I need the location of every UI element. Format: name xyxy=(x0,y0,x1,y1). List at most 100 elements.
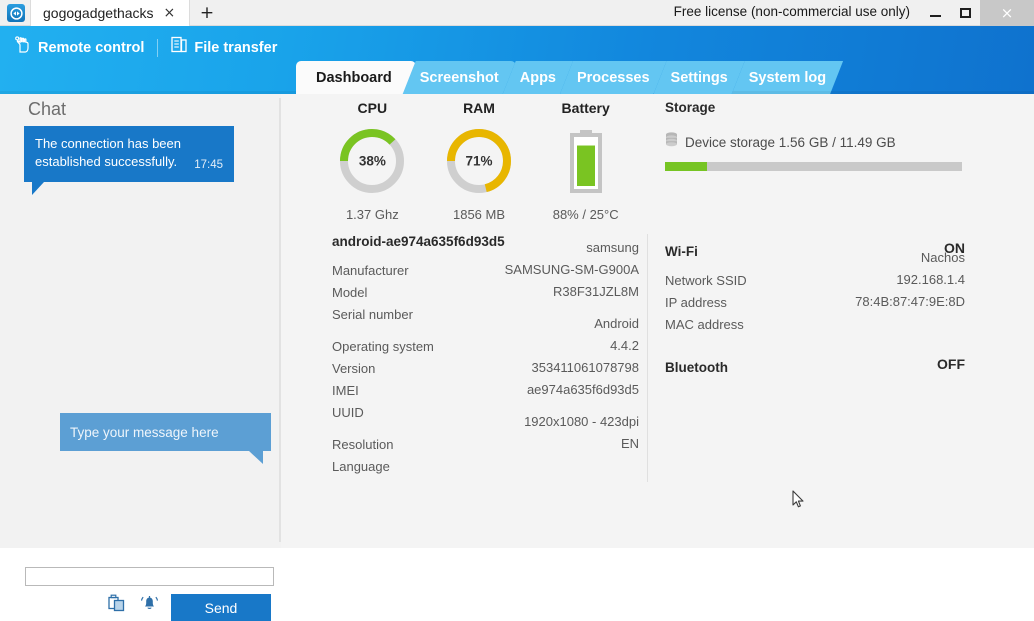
ram-percent: 71% xyxy=(465,153,493,169)
info-row: Operating system Android xyxy=(332,316,639,360)
info-row-value: 1920x1080 - 423dpi xyxy=(524,414,639,429)
header-actions: Remote control File transfer xyxy=(14,36,290,59)
remote-control-button[interactable]: Remote control xyxy=(14,36,157,59)
file-transfer-label: File transfer xyxy=(194,39,278,56)
info-row: Language EN xyxy=(332,436,639,480)
device-info: android-ae974a635f6d93d5 Manufacturer sam… xyxy=(332,234,639,480)
gauge-battery-title: Battery xyxy=(561,100,610,116)
tooltip-tail xyxy=(249,451,263,464)
info-row: Serial number R38F31JZL8M xyxy=(332,284,639,328)
info-row-value: SAMSUNG-SM-G900A xyxy=(504,262,639,277)
bubble-tail xyxy=(32,182,44,195)
info-row-key: Language xyxy=(332,459,390,474)
license-notice: Free license (non-commercial use only) xyxy=(673,4,910,19)
window-title-bar: gogogadgethacks × + Free license (non-co… xyxy=(0,0,1034,26)
info-row-value: Android xyxy=(594,316,639,331)
info-row-value: ae974a635f6d93d5 xyxy=(526,382,639,397)
battery-icon xyxy=(551,126,621,196)
tab-screenshot[interactable]: Screenshot xyxy=(403,61,516,94)
chat-panel: Chat The connection has been established… xyxy=(0,94,281,621)
dashboard-panel: CPU 38% 1.37 Ghz RAM 71% 1856 MB Battery… xyxy=(281,94,1034,548)
wifi-rows: Network SSID Nachos IP address 192.168.1.4 M… xyxy=(665,250,965,338)
chat-title: Chat xyxy=(28,99,67,119)
storage-label: Device storage 1.56 GB / 11.49 GB xyxy=(685,135,896,150)
gauge-ram-title: RAM xyxy=(463,100,495,116)
minimize-button[interactable] xyxy=(920,0,950,26)
storage-line: Device storage 1.56 GB / 11.49 GB xyxy=(665,132,965,153)
info-row-value: Nachos xyxy=(920,250,965,265)
app-header: Remote control File transfer Dashboard S… xyxy=(0,26,1034,94)
battery-subtext: 88% / 25°C xyxy=(552,207,619,222)
storage-progress-fill xyxy=(665,162,707,171)
tab-settings[interactable]: Settings xyxy=(654,61,745,94)
wifi-block: Wi-Fi ON Network SSID Nachos IP address 192… xyxy=(665,240,965,338)
chat-input-tooltip-text: Type your message here xyxy=(70,424,219,440)
storage-progress-bar xyxy=(665,162,962,171)
gauge-ram: RAM 71% 1856 MB xyxy=(426,100,533,222)
info-row-key: Model xyxy=(332,285,368,300)
info-row-value: 78:4B:87:47:9E:8D xyxy=(855,294,965,309)
info-row-key: IP address xyxy=(665,295,727,310)
file-transfer-button[interactable]: File transfer xyxy=(171,36,290,59)
info-row: Resolution 1920x1080 - 423dpi xyxy=(332,414,639,458)
device-info-rows: Manufacturer samsung Model SAMSUNG-SM-G900A… xyxy=(332,240,640,480)
minimize-icon xyxy=(929,14,941,17)
info-row-value: 192.168.1.4 xyxy=(896,272,965,287)
close-icon[interactable]: × xyxy=(164,6,176,20)
tab-system-log[interactable]: System log xyxy=(732,61,843,94)
bluetooth-heading: Bluetooth xyxy=(665,360,728,375)
info-row-key: Operating system xyxy=(332,339,434,354)
clipboard-icon[interactable] xyxy=(108,594,126,617)
chat-message-time: 17:45 xyxy=(194,159,223,171)
info-row-key: Serial number xyxy=(332,307,413,322)
chat-input[interactable] xyxy=(25,567,274,586)
row-spacer xyxy=(332,328,639,338)
cpu-subtext: 1.37 Ghz xyxy=(345,207,399,222)
gauge-cpu: CPU 38% 1.37 Ghz xyxy=(319,100,426,222)
bluetooth-block: Bluetooth OFF xyxy=(665,356,965,375)
main-tabs: Dashboard Screenshot Apps Processes Sett… xyxy=(296,61,843,94)
chat-message-bubble: The connection has been established succ… xyxy=(24,126,234,195)
browser-tab-title: gogogadgethacks xyxy=(43,5,154,21)
info-row-key: Manufacturer xyxy=(332,263,409,278)
gauge-cpu-title: CPU xyxy=(357,100,388,116)
info-row-key: Network SSID xyxy=(665,273,747,288)
bell-icon[interactable] xyxy=(140,594,159,617)
gauge-battery: Battery 88% / 25°C xyxy=(532,100,639,222)
hand-pointer-icon xyxy=(14,36,31,59)
teamviewer-icon xyxy=(7,4,25,22)
cpu-donut: 38% xyxy=(337,126,407,196)
chat-input-tooltip: Type your message here xyxy=(60,413,271,464)
right-column: Storage Device storage 1.56 GB / 11.49 G… xyxy=(665,100,965,375)
info-row-value: R38F31JZL8M xyxy=(553,284,639,299)
mouse-cursor-icon xyxy=(792,490,805,514)
info-row-key: Version xyxy=(332,361,376,376)
chat-tools xyxy=(108,594,159,617)
tab-dashboard[interactable]: Dashboard xyxy=(296,61,416,94)
remote-control-label: Remote control xyxy=(38,39,145,56)
info-row-key: UUID xyxy=(332,405,364,420)
vertical-divider xyxy=(647,234,648,482)
bluetooth-state: OFF xyxy=(937,356,965,372)
chat-message-text: The connection has been established succ… xyxy=(35,136,181,169)
tab-processes[interactable]: Processes xyxy=(560,61,667,94)
new-tab-button[interactable]: + xyxy=(196,3,218,23)
info-row-value: 353411061078798 xyxy=(531,360,640,375)
info-row-key: Resolution xyxy=(332,437,394,452)
header-divider xyxy=(157,38,159,57)
ram-donut: 71% xyxy=(444,126,514,196)
info-row-key: IMEI xyxy=(332,383,359,398)
file-transfer-icon xyxy=(171,36,187,59)
cpu-percent: 38% xyxy=(358,153,386,169)
maximize-button[interactable] xyxy=(950,0,980,26)
browser-tab[interactable]: gogogadgethacks × xyxy=(30,0,190,26)
ram-subtext: 1856 MB xyxy=(452,207,506,222)
close-window-button[interactable]: × xyxy=(980,0,1034,26)
info-row: MAC address 78:4B:87:47:9E:8D xyxy=(665,294,965,338)
close-icon: × xyxy=(1000,4,1014,22)
disk-stack-icon xyxy=(665,132,678,153)
info-row-key: MAC address xyxy=(665,317,744,332)
send-button[interactable]: Send xyxy=(171,594,271,621)
maximize-icon xyxy=(959,8,971,18)
content-area: Chat The connection has been established… xyxy=(0,94,1034,621)
